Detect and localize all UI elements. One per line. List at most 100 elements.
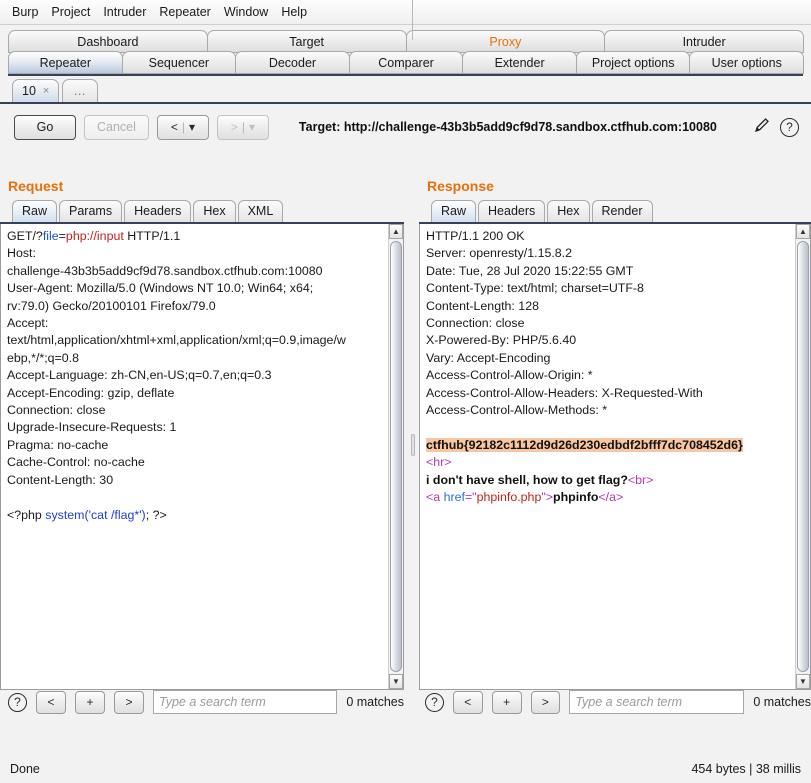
search-prev-button[interactable]: < (452, 690, 483, 714)
response-tab-headers[interactable]: Headers (478, 200, 546, 222)
status-text: Done (10, 762, 40, 776)
response-header-line: Server: openresty/1.15.8.2 (426, 246, 573, 261)
scroll-thumb[interactable] (390, 241, 402, 672)
go-button[interactable]: Go (14, 114, 76, 140)
search-add-button[interactable]: + (491, 690, 522, 714)
request-editor[interactable]: GET/?file=php://input HTTP/1.1 Host: cha… (0, 224, 404, 690)
repeater-toolbar: Go Cancel < | ▾ > | ▾ Target: http://cha… (0, 104, 811, 144)
request-tab-raw[interactable]: Raw (12, 200, 58, 222)
response-tab-hex[interactable]: Hex (547, 200, 590, 222)
request-tab-params[interactable]: Params (59, 200, 123, 222)
tab-extender[interactable]: Extender (462, 51, 577, 74)
response-stats: 454 bytes | 38 millis (691, 762, 801, 776)
request-search-input[interactable] (153, 690, 338, 714)
search-prev-button[interactable]: < (36, 690, 66, 714)
request-body-open: <?php (7, 507, 46, 522)
request-header-line: Pragma: no-cache (7, 437, 109, 452)
request-header-line: ebp,*/*;q=0.8 (7, 350, 79, 365)
burp-suite-window: Burp Project Intruder Repeater Window He… (0, 0, 811, 783)
tab-sequencer[interactable]: Sequencer (121, 51, 237, 74)
request-scrollbar[interactable]: ▲ ▼ (388, 224, 403, 689)
close-icon[interactable]: × (43, 81, 49, 102)
tab-comparer[interactable]: Comparer (348, 51, 464, 74)
divider: | (241, 120, 245, 134)
menu-item-help[interactable]: Help (275, 2, 313, 22)
response-hr-tag: <hr> (426, 455, 452, 470)
response-anchor-attr: href (443, 490, 465, 505)
splitter-grip[interactable] (411, 434, 415, 456)
chevron-down-icon[interactable]: ▾ (189, 120, 195, 134)
request-tab-headers[interactable]: Headers (124, 200, 192, 222)
back-button[interactable]: < | ▾ (156, 114, 209, 140)
forward-button: > | ▾ (216, 114, 269, 140)
response-header-line: Content-Type: text/html; charset=UTF-8 (426, 281, 644, 296)
request-param-value: php://input (65, 229, 124, 243)
chevron-right-icon: > (230, 120, 238, 134)
tab-dashboard[interactable]: Dashboard (8, 30, 208, 53)
response-header-line: Access-Control-Allow-Origin: * (426, 368, 593, 383)
request-raw-text[interactable]: GET/?file=php://input HTTP/1.1 Host: cha… (1, 224, 387, 524)
response-tab-raw[interactable]: Raw (431, 200, 477, 222)
tab-decoder[interactable]: Decoder (235, 51, 350, 74)
menu-item-burp[interactable]: Burp (6, 2, 44, 22)
response-search-input[interactable] (569, 690, 745, 714)
main-tab-zone: Dashboard Target Proxy Intruder Repeater… (0, 25, 811, 76)
menu-item-project[interactable]: Project (45, 2, 96, 22)
response-title: Response (427, 178, 494, 194)
response-header-line: Access-Control-Allow-Headers: X-Requeste… (426, 385, 703, 400)
response-match-count: 0 matches (753, 695, 811, 709)
tab-project-options[interactable]: Project options (575, 51, 691, 74)
pencil-icon[interactable] (752, 115, 772, 140)
response-editor[interactable]: HTTP/1.1 200 OK Server: openresty/1.15.8… (419, 224, 811, 690)
response-search-bar: ? < + > 0 matches (425, 687, 811, 717)
response-anchor-end: </a> (598, 490, 624, 505)
help-icon[interactable]: ? (8, 692, 27, 712)
scroll-up-icon[interactable]: ▲ (796, 224, 810, 239)
tab-repeater[interactable]: Repeater (8, 51, 123, 74)
request-param-name: file (42, 229, 59, 243)
request-header-line: Upgrade-Insecure-Requests: 1 (7, 420, 177, 435)
response-tab-render[interactable]: Render (591, 200, 653, 222)
response-header-line: Date: Tue, 28 Jul 2020 15:22:55 GMT (426, 263, 634, 278)
flag-highlight: ctfhub{92182c1112d9d26d230edbdf2bfff7dc7… (426, 437, 743, 452)
help-icon[interactable]: ? (425, 692, 444, 712)
response-scrollbar[interactable]: ▲ ▼ (795, 224, 810, 689)
repeater-tab-label: 10 (22, 83, 36, 98)
menu-item-repeater[interactable]: Repeater (153, 2, 216, 22)
request-tab-xml[interactable]: XML (237, 200, 284, 222)
toolbar-icons: ? (752, 115, 801, 140)
request-path-prefix: /? (32, 229, 43, 243)
menu-bar: Burp Project Intruder Repeater Window He… (0, 0, 811, 25)
cancel-button: Cancel (84, 114, 149, 140)
request-tab-hex[interactable]: Hex (193, 200, 236, 222)
repeater-tab-10[interactable]: 10 × (12, 79, 60, 102)
scroll-up-icon[interactable]: ▲ (389, 224, 403, 239)
menu-item-window[interactable]: Window (218, 2, 274, 22)
request-header-line: Accept-Language: zh-CN,en-US;q=0.7,en;q=… (7, 368, 272, 383)
target-label: Target: http://challenge-43b3b5add9cf9d7… (298, 120, 717, 134)
pane-splitter[interactable] (409, 172, 417, 717)
response-status-line: HTTP/1.1 200 OK (426, 229, 525, 243)
request-equals: = (58, 229, 66, 243)
menu-item-intruder[interactable]: Intruder (97, 2, 152, 22)
search-next-button[interactable]: > (114, 690, 144, 714)
tab-target[interactable]: Target (206, 30, 407, 53)
search-add-button[interactable]: + (75, 690, 105, 714)
scroll-thumb[interactable] (797, 241, 809, 672)
response-header-line: Vary: Accept-Encoding (426, 350, 551, 365)
request-header-line: Connection: close (7, 403, 106, 418)
tab-user-options[interactable]: User options (689, 51, 805, 74)
request-http-version: HTTP/1.1 (123, 229, 181, 243)
response-raw-text[interactable]: HTTP/1.1 200 OK Server: openresty/1.15.8… (420, 224, 794, 507)
chevron-down-icon: ▾ (248, 120, 255, 134)
help-icon[interactable]: ? (780, 117, 799, 137)
tab-proxy[interactable]: Proxy (405, 30, 606, 53)
response-header-line: Connection: close (426, 316, 525, 331)
repeater-tab-new[interactable]: … (62, 79, 98, 102)
request-header-line: Accept-Encoding: gzip, deflate (7, 385, 175, 400)
request-header-line: User-Agent: Mozilla/5.0 (Windows NT 10.0… (7, 281, 314, 296)
chevron-left-icon: < (170, 120, 178, 134)
tab-intruder[interactable]: Intruder (604, 30, 804, 53)
repeater-panes: Request Raw Params Headers Hex XML GET/?… (0, 172, 811, 717)
search-next-button[interactable]: > (530, 690, 561, 714)
